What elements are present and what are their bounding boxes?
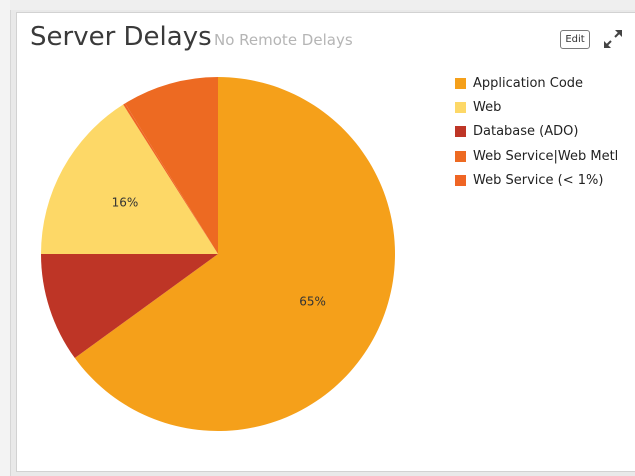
top-panel-edge	[10, 0, 635, 10]
server-delays-widget: Server Delays No Remote Delays Edit 65% 1…	[16, 12, 635, 472]
legend-swatch	[455, 101, 466, 113]
legend-item-application-code[interactable]: Application Code	[455, 71, 618, 95]
legend-item-web-service-1[interactable]: Web Service (< 1%)	[455, 168, 618, 192]
pie-label-web: 16%	[112, 195, 139, 209]
left-panel-edge	[0, 0, 11, 476]
legend-item-database-ado[interactable]: Database (ADO)	[455, 120, 618, 144]
legend-label: Web Service|Web Metl	[473, 148, 619, 164]
chart-legend: Application Code Web Database (ADO) Web Ser…	[455, 71, 618, 192]
legend-swatch	[455, 77, 466, 89]
legend-swatch	[455, 174, 466, 186]
legend-label: Web Service (< 1%)	[473, 172, 604, 188]
legend-item-web[interactable]: Web	[455, 95, 618, 119]
legend-label: Database (ADO)	[473, 124, 579, 140]
pie-label-application-code: 65%	[299, 295, 326, 309]
legend-label: Web	[473, 99, 502, 115]
legend-swatch	[455, 126, 466, 138]
legend-label: Application Code	[473, 75, 584, 91]
legend-swatch	[455, 150, 466, 162]
legend-item-web-service-web-metl[interactable]: Web Service|Web Metl	[455, 144, 618, 168]
